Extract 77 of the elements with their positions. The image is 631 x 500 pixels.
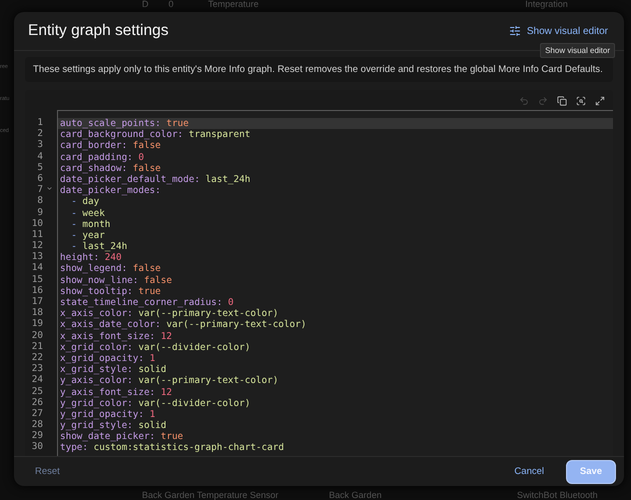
dialog-title: Entity graph settings: [28, 22, 168, 40]
code-line: y_axis_font_size: 12: [59, 386, 173, 398]
background-text: Back Garden: [329, 490, 383, 500]
line-number: 8: [37, 195, 43, 206]
line-number: 25: [32, 386, 43, 396]
code-line: type: custom:statistics-graph-chart-card: [59, 442, 285, 454]
code-line: y_axis_color: var(--primary-text-color): [59, 375, 280, 386]
code-line: height: 240: [59, 252, 123, 264]
code-line: x_grid_style: solid: [59, 364, 168, 376]
code-line: y_grid_opacity: 1: [59, 408, 156, 420]
code-line: - week: [70, 208, 106, 219]
code-line: x_axis_font_size: 12: [59, 330, 173, 342]
line-number: 7: [37, 184, 43, 196]
line-number: 18: [32, 307, 43, 318]
code-line: card_shadow: false: [59, 162, 162, 174]
sliders-icon: [508, 25, 521, 37]
info-message: These settings apply only to this entity's More Info graph. Reset removes the override and restores the global More Info Card Defaults.: [25, 57, 613, 82]
code-line: y_grid_color: var(--divider-color): [59, 398, 252, 409]
line-number: 5: [37, 162, 43, 173]
code-line: show_tooltip: true: [59, 286, 162, 297]
code-line: show_date_picker: true: [59, 431, 184, 442]
code-line: show_now_line: false: [59, 274, 173, 286]
line-number: 3: [37, 139, 43, 150]
line-number: 4: [37, 150, 43, 162]
line-number: 19: [32, 318, 43, 330]
line-number: 1: [37, 117, 43, 128]
line-number: 17: [32, 296, 43, 307]
line-number: 9: [37, 206, 43, 218]
background-text: D: [142, 0, 150, 9]
line-number: 2: [37, 128, 43, 140]
background-text: Back Garden Temperature Sensor: [142, 490, 280, 500]
line-number: 26: [32, 396, 43, 408]
reset-button[interactable]: Reset: [27, 462, 68, 481]
code-line: - month: [70, 218, 112, 230]
line-number: 11: [32, 228, 43, 240]
code-line: - year: [70, 230, 106, 242]
line-number: 27: [32, 408, 43, 419]
code-line: show_legend: false: [59, 263, 162, 275]
line-number: 12: [32, 240, 43, 252]
code-line: card_border: false: [59, 140, 162, 152]
tooltip: Show visual editor: [540, 43, 615, 58]
code-line: x_axis_date_color: var(--primary-text-color): [59, 319, 308, 331]
line-number: 23: [32, 363, 43, 374]
line-number: 6: [37, 172, 43, 184]
line-number: 10: [32, 218, 43, 229]
line-number: 13: [32, 251, 43, 262]
line-number: 21: [32, 340, 43, 352]
code-line: y_grid_style: solid: [59, 420, 168, 432]
line-number: 16: [32, 284, 43, 296]
code-line: x_grid_color: var(--divider-color): [59, 342, 252, 353]
cancel-button[interactable]: Cancel: [506, 462, 552, 481]
copy-icon[interactable]: [557, 96, 567, 106]
background-text: Integration: [525, 0, 569, 9]
code-line: card_background_color: transparent: [59, 129, 252, 140]
line-number: 20: [32, 330, 43, 341]
code-line: date_picker_modes:: [59, 185, 162, 196]
show-visual-editor-button[interactable]: Show visual editor: [506, 23, 610, 39]
line-number: 28: [32, 419, 43, 430]
code-line: date_picker_default_mode: last_24h: [59, 174, 252, 186]
chevron-icon[interactable]: [46, 185, 53, 192]
line-number: 24: [32, 374, 43, 386]
background-text: 0: [168, 0, 174, 9]
line-number: 15: [32, 274, 43, 285]
line-number: 29: [32, 430, 43, 442]
line-number: 30: [32, 441, 43, 452]
code-line: - last_24h: [70, 241, 128, 252]
code-line: card_padding: 0: [59, 152, 145, 163]
code-line: - day: [70, 196, 100, 208]
code-line: x_axis_color: var(--primary-text-color): [59, 308, 280, 320]
code-line: state_timeline_corner_radius: 0: [59, 297, 235, 308]
expand-icon[interactable]: [595, 96, 605, 106]
line-number: 14: [32, 262, 43, 274]
background-text: Temperature: [208, 0, 260, 9]
code-line: x_grid_opacity: 1: [59, 352, 156, 364]
background-text: SwitchBot Bluetooth: [517, 490, 599, 500]
line-number: 22: [32, 352, 43, 363]
search-icon[interactable]: [576, 96, 586, 106]
